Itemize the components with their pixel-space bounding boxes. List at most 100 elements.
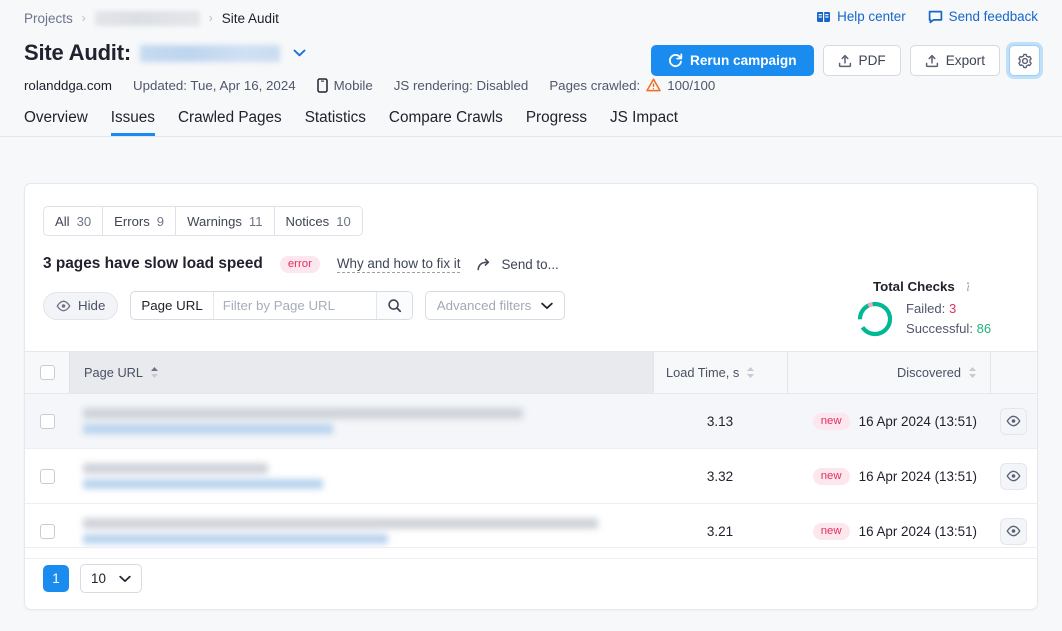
sort-ascending-icon[interactable] xyxy=(150,366,159,379)
cell-actions xyxy=(990,462,1037,490)
search-input[interactable] xyxy=(213,292,376,319)
total-checks-body: Failed: 3 Successful: 86 xyxy=(855,299,1015,340)
pill-notices-label: Notices xyxy=(285,213,330,229)
cell-page-url[interactable] xyxy=(69,463,653,489)
tab-issues[interactable]: Issues xyxy=(111,109,155,136)
pill-notices-count: 10 xyxy=(336,213,351,229)
search-column-label[interactable]: Page URL xyxy=(131,292,214,319)
pagination: 1 10 xyxy=(25,547,1037,609)
th-page-url[interactable]: Page URL xyxy=(69,352,653,393)
status-badge: error xyxy=(279,255,320,273)
cell-page-url[interactable] xyxy=(69,408,653,434)
row-checkbox-cell xyxy=(25,413,69,429)
page-url-search-group: Page URL xyxy=(130,291,413,320)
breadcrumb-separator: › xyxy=(208,11,213,25)
pill-warnings[interactable]: Warnings 11 xyxy=(176,207,275,235)
breadcrumb-site-audit: Site Audit xyxy=(221,10,279,26)
upload-icon xyxy=(925,54,939,68)
info-icon[interactable] xyxy=(962,281,974,293)
chevron-down-icon xyxy=(541,302,554,310)
new-badge: new xyxy=(812,467,850,485)
new-badge: new xyxy=(812,412,850,430)
table-header-row: Page URL Load Time, s Discovered xyxy=(25,351,1037,394)
sort-icon[interactable] xyxy=(968,366,977,379)
issue-header: 3 pages have slow load speed error Why a… xyxy=(43,255,1037,273)
issues-table: Page URL Load Time, s Discovered 3.13 ne… xyxy=(25,351,1037,559)
pill-errors[interactable]: Errors 9 xyxy=(103,207,177,235)
settings-button[interactable] xyxy=(1009,45,1040,76)
th-discovered[interactable]: Discovered xyxy=(787,352,990,393)
refresh-icon xyxy=(668,53,683,68)
rerun-campaign-button[interactable]: Rerun campaign xyxy=(651,45,814,76)
table-row[interactable]: 3.32 new 16 Apr 2024 (13:51) xyxy=(25,449,1037,504)
row-checkbox-cell xyxy=(25,468,69,484)
mobile-icon xyxy=(316,77,328,93)
successful-row: Successful: 86 xyxy=(906,319,991,339)
per-page-value: 10 xyxy=(91,571,106,586)
total-checks-legend: Failed: 3 Successful: 86 xyxy=(906,299,991,340)
view-page-button[interactable] xyxy=(1000,407,1027,435)
th-select-all xyxy=(25,352,69,393)
help-center-link[interactable]: Help center xyxy=(816,9,906,24)
th-load-time[interactable]: Load Time, s xyxy=(653,352,787,393)
fix-it-link[interactable]: Why and how to fix it xyxy=(336,256,461,273)
breadcrumb-project-redacted[interactable] xyxy=(94,10,200,26)
row-checkbox[interactable] xyxy=(39,523,55,539)
page-number-1[interactable]: 1 xyxy=(43,565,69,592)
device-label: Mobile xyxy=(333,77,373,93)
cell-discovered: new 16 Apr 2024 (13:51) xyxy=(787,467,990,485)
cell-actions xyxy=(990,407,1037,435)
chevron-down-icon[interactable] xyxy=(293,49,306,57)
pill-notices[interactable]: Notices 10 xyxy=(274,207,362,235)
upload-icon xyxy=(838,54,852,68)
th-discovered-label: Discovered xyxy=(896,365,961,380)
sort-icon[interactable] xyxy=(746,366,755,379)
chevron-down-icon xyxy=(119,575,131,583)
search-button[interactable] xyxy=(375,292,412,319)
view-page-button[interactable] xyxy=(1000,517,1027,545)
tab-crawled-pages[interactable]: Crawled Pages xyxy=(178,109,282,136)
pill-errors-label: Errors xyxy=(114,213,150,229)
failed-row: Failed: 3 xyxy=(906,299,991,319)
campaign-name-redacted xyxy=(139,44,280,62)
discovered-date: 16 Apr 2024 (13:51) xyxy=(858,468,977,484)
pill-errors-count: 9 xyxy=(156,213,165,229)
main-tabs: Overview Issues Crawled Pages Statistics… xyxy=(0,100,1062,137)
page-url-redacted xyxy=(83,463,323,489)
tab-overview[interactable]: Overview xyxy=(24,109,88,136)
advanced-filters-dropdown[interactable]: Advanced filters xyxy=(424,291,566,320)
pill-all[interactable]: All 30 xyxy=(44,207,104,235)
tab-progress[interactable]: Progress xyxy=(526,109,587,136)
hide-button[interactable]: Hide xyxy=(43,291,119,320)
row-checkbox[interactable] xyxy=(39,468,55,484)
discovered-date: 16 Apr 2024 (13:51) xyxy=(858,413,977,429)
pill-all-count: 30 xyxy=(76,213,92,229)
pages-crawled-label: Pages crawled: xyxy=(549,77,641,93)
rerun-campaign-label: Rerun campaign xyxy=(690,53,797,68)
tab-statistics[interactable]: Statistics xyxy=(305,109,366,136)
breadcrumb-projects[interactable]: Projects xyxy=(24,11,73,26)
advanced-filters-label: Advanced filters xyxy=(436,298,532,313)
pdf-button[interactable]: PDF xyxy=(822,45,901,76)
cell-load-time: 3.13 xyxy=(706,413,734,429)
breadcrumb-separator: › xyxy=(81,11,86,25)
successful-value: 86 xyxy=(976,321,992,337)
row-checkbox[interactable] xyxy=(39,413,55,429)
export-button[interactable]: Export xyxy=(909,45,1000,76)
send-feedback-link[interactable]: Send feedback xyxy=(928,9,1038,24)
tab-compare-crawls[interactable]: Compare Crawls xyxy=(389,109,503,136)
page-title: Site Audit: xyxy=(24,40,131,65)
site-audit-page: Projects › › Site Audit Site Audit: rola… xyxy=(0,0,1062,631)
warning-triangle-icon xyxy=(646,78,661,92)
cell-page-url[interactable] xyxy=(69,518,653,544)
select-all-checkbox[interactable] xyxy=(39,365,55,380)
cell-load-time: 3.32 xyxy=(706,468,734,484)
view-page-button[interactable] xyxy=(1000,462,1027,490)
per-page-dropdown[interactable]: 10 xyxy=(80,564,142,593)
pdf-label: PDF xyxy=(858,53,886,68)
send-to-button[interactable]: Send to... xyxy=(477,257,559,272)
table-row[interactable]: 3.13 new 16 Apr 2024 (13:51) xyxy=(25,394,1037,449)
tab-js-impact[interactable]: JS Impact xyxy=(610,109,678,136)
device-info: Mobile xyxy=(316,77,373,93)
hide-label: Hide xyxy=(78,298,106,313)
